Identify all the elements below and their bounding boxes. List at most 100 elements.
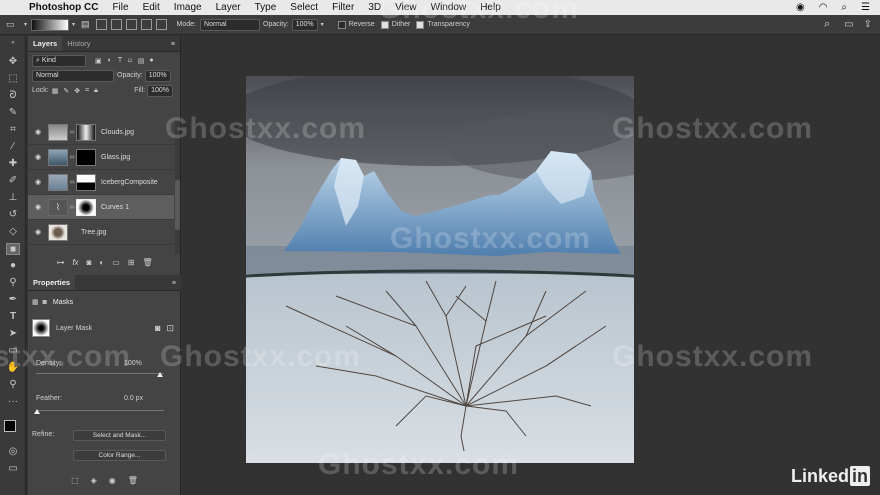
blend-mode-select[interactable]: Normal — [32, 69, 114, 82]
mode-select[interactable]: Normal — [200, 18, 261, 31]
menu-list-icon[interactable]: ☰ — [861, 2, 870, 13]
gradient-dropdown-icon[interactable]: ▾ — [72, 21, 75, 28]
layer-name[interactable]: Clouds.jpg — [101, 129, 134, 136]
layer-name[interactable]: Curves 1 — [101, 204, 129, 211]
screen-mode-icon[interactable]: ▭ — [6, 463, 20, 475]
diamond-gradient-button[interactable] — [155, 19, 167, 30]
layer-name[interactable]: Tree.jpg — [81, 229, 106, 236]
mask-thumbnail[interactable] — [76, 148, 96, 166]
creative-cloud-icon[interactable]: ◉ — [796, 2, 805, 13]
tab-properties[interactable]: Properties — [28, 275, 76, 290]
layer-row[interactable]: ◉ ∞ IcebergComposite — [28, 170, 174, 195]
lock-paint-icon[interactable]: ✎ — [63, 87, 69, 95]
clone-stamp-icon[interactable]: ⊥ — [6, 192, 20, 204]
apply-mask-icon[interactable]: ◈ — [91, 476, 97, 485]
layer-row[interactable]: ◉ ∞ Glass.jpg — [28, 145, 174, 170]
filter-kind-select[interactable]: ⌕ Kind — [32, 54, 86, 67]
menu-type[interactable]: Type — [248, 0, 284, 15]
quick-mask-icon[interactable]: ◎ — [6, 446, 20, 458]
tool-preset-dropdown-icon[interactable]: ▾ — [24, 21, 27, 28]
eraser-tool-icon[interactable]: ◇ — [6, 226, 20, 238]
feather-slider[interactable] — [36, 410, 164, 411]
add-vector-mask-icon[interactable]: ⊡ — [166, 323, 174, 334]
share-icon[interactable]: ⇪ — [864, 19, 872, 30]
load-selection-icon[interactable]: ⬚ — [71, 476, 79, 485]
path-select-icon[interactable]: ➤ — [6, 328, 20, 340]
move-tool-icon[interactable]: ✥ — [6, 56, 20, 68]
mask-thumbnail[interactable] — [76, 173, 96, 191]
mask-thumbnail[interactable] — [76, 123, 96, 141]
mask-link-icon[interactable]: ∞ — [68, 179, 76, 186]
collapse-icon[interactable]: « — [6, 37, 20, 49]
quick-select-tool-icon[interactable]: ✎ — [6, 107, 20, 119]
angle-gradient-button[interactable] — [125, 19, 137, 30]
visibility-eye-icon[interactable]: ◉ — [32, 203, 44, 211]
filter-toggle-icon[interactable]: ● — [149, 57, 153, 64]
layer-opacity-input[interactable]: 100% — [144, 69, 171, 82]
fill-input[interactable]: 100% — [147, 84, 173, 97]
healing-brush-icon[interactable]: ✚ — [6, 158, 20, 170]
type-filter-icon[interactable]: T — [118, 57, 122, 64]
menu-edit[interactable]: Edit — [136, 0, 167, 15]
menu-filter[interactable]: Filter — [325, 0, 361, 15]
zoom-tool-icon[interactable]: ⚲ — [6, 379, 20, 391]
visibility-eye-icon[interactable]: ◉ — [109, 476, 116, 485]
reflected-gradient-button[interactable] — [140, 19, 152, 30]
lock-position-icon[interactable]: ✥ — [74, 87, 80, 95]
visibility-eye-icon[interactable]: ◉ — [32, 153, 44, 161]
history-brush-icon[interactable]: ↺ — [6, 209, 20, 221]
search-icon[interactable]: ⌕ — [841, 2, 847, 13]
workspace-icon[interactable]: ▭ — [844, 19, 853, 30]
lock-pixels-icon[interactable]: ▦ — [52, 87, 59, 95]
visibility-eye-icon[interactable]: ◉ — [32, 228, 44, 236]
radial-gradient-button[interactable] — [110, 19, 122, 30]
scrollbar-thumb[interactable] — [175, 180, 180, 230]
pixel-mask-icon[interactable]: ▦ — [32, 298, 39, 306]
trash-icon[interactable]: 🗑︎ — [143, 258, 153, 267]
pen-tool-icon[interactable]: ✒ — [6, 294, 20, 306]
add-mask-icon[interactable]: ◙ — [87, 258, 92, 267]
select-pixel-mask-icon[interactable]: ◙ — [155, 323, 160, 333]
new-layer-icon[interactable]: ⊞ — [128, 258, 135, 267]
mask-link-icon[interactable]: ∞ — [68, 129, 76, 136]
vector-mask-icon[interactable]: ◙ — [43, 299, 47, 306]
color-range-button[interactable]: Color Range... — [73, 450, 166, 461]
menu-layer[interactable]: Layer — [209, 0, 248, 15]
new-group-icon[interactable]: ▭ — [112, 258, 120, 267]
tab-history[interactable]: History — [62, 36, 95, 51]
mask-thumbnail[interactable] — [76, 198, 96, 216]
fx-icon[interactable]: fx — [72, 258, 78, 267]
wifi-icon[interactable]: ◠ — [819, 2, 828, 13]
visibility-eye-icon[interactable]: ◉ — [32, 128, 44, 136]
opacity-dropdown-icon[interactable]: ▾ — [321, 21, 324, 28]
lock-all-icon[interactable]: 🔒︎ — [94, 87, 98, 95]
mask-link-icon[interactable]: ∞ — [68, 154, 76, 161]
feather-slider-handle[interactable] — [34, 409, 40, 414]
search-icon[interactable]: ⌕ — [824, 18, 830, 31]
foreground-color-swatch[interactable] — [4, 420, 16, 432]
trash-icon[interactable]: 🗑︎ — [128, 476, 138, 485]
marquee-tool-icon[interactable]: ⬚ — [6, 73, 20, 85]
select-and-mask-button[interactable]: Select and Mask... — [73, 430, 166, 441]
layer-row[interactable]: ◉ ⌇ ∞ Curves 1 — [28, 195, 174, 220]
feather-value[interactable]: 0.0 px — [124, 395, 143, 402]
reverse-checkbox[interactable] — [337, 20, 346, 29]
tab-layers[interactable]: Layers — [28, 36, 63, 51]
linear-gradient-button[interactable] — [95, 19, 107, 30]
shape-filter-icon[interactable]: ⌑ — [128, 57, 132, 65]
lock-artboard-icon[interactable]: ⌗ — [85, 87, 89, 95]
lasso-tool-icon[interactable]: ᘐ — [6, 90, 20, 102]
opacity-input[interactable]: 100% — [291, 18, 318, 31]
menu-select[interactable]: Select — [283, 0, 325, 15]
eyedropper-tool-icon[interactable]: ⁄ — [6, 141, 20, 153]
adjustment-layer-icon[interactable]: ◐ — [99, 258, 104, 267]
layer-row[interactable]: ◉ ∞ Clouds.jpg — [28, 120, 174, 145]
menu-file[interactable]: File — [105, 0, 135, 15]
blur-tool-icon[interactable]: ● — [6, 260, 20, 272]
visibility-eye-icon[interactable]: ◉ — [32, 178, 44, 186]
brush-tool-icon[interactable]: ✐ — [6, 175, 20, 187]
smart-filter-icon[interactable]: ▤ — [138, 57, 145, 65]
dodge-tool-icon[interactable]: ⚲ — [6, 277, 20, 289]
adjustment-filter-icon[interactable]: ◐ — [108, 57, 112, 64]
layer-name[interactable]: Glass.jpg — [101, 154, 130, 161]
